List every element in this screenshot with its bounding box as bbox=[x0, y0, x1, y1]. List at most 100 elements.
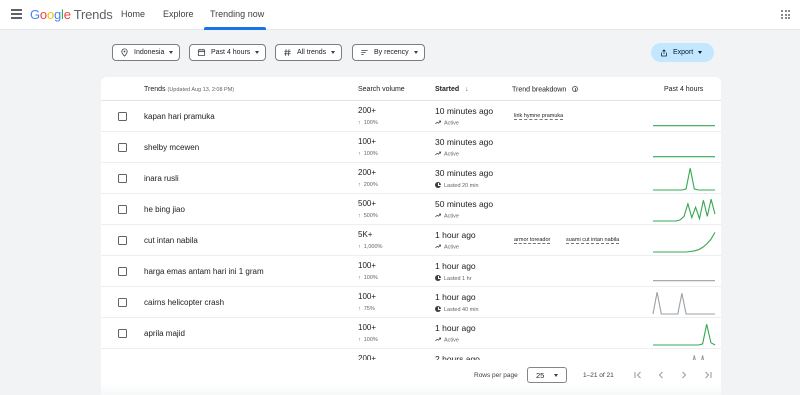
breakdown-query[interactable]: armor toreador bbox=[514, 237, 551, 244]
sparkline-path bbox=[653, 199, 716, 222]
tab-explore[interactable]: Explore bbox=[163, 9, 194, 19]
sort-filter[interactable]: By recency bbox=[352, 44, 425, 61]
volume-change: ↑ 100% bbox=[358, 151, 378, 157]
row-checkbox[interactable] bbox=[118, 143, 127, 152]
chevron-down-icon bbox=[169, 51, 174, 54]
sparkline-chart bbox=[653, 324, 716, 346]
row-checkbox[interactable] bbox=[118, 329, 127, 338]
arrow-up-icon: ↑ bbox=[358, 120, 361, 126]
trend-name[interactable]: harga emas antam hari ini 1 gram bbox=[144, 267, 264, 276]
trend-status: Active bbox=[435, 337, 459, 344]
time-filter[interactable]: Past 4 hours bbox=[189, 44, 267, 61]
started-time: 30 minutes ago bbox=[435, 137, 494, 147]
arrow-up-icon: ↑ bbox=[358, 244, 361, 250]
header-trends: Trends (Updated Aug 13, 2:08 PM) bbox=[144, 86, 235, 93]
trend-status: Active bbox=[435, 120, 459, 127]
google-trends-logo[interactable]: Google Trends bbox=[30, 7, 113, 22]
arrow-up-icon: ↑ bbox=[358, 306, 361, 312]
category-filter[interactable]: All trends bbox=[275, 44, 343, 61]
table-row[interactable]: inara rusli 200+ ↑ 200% 30 minutes ago Lasted… bbox=[101, 163, 721, 194]
timelapse-icon bbox=[435, 182, 441, 188]
sparkline-chart bbox=[653, 125, 715, 127]
started-time: 10 minutes ago bbox=[435, 106, 494, 116]
search-volume: 100+ bbox=[358, 292, 377, 301]
trend-status: Active bbox=[435, 151, 459, 158]
search-volume: 500+ bbox=[358, 199, 377, 208]
row-checkbox[interactable] bbox=[118, 298, 127, 307]
share-icon bbox=[661, 48, 667, 56]
trend-name[interactable]: inara rusli bbox=[144, 174, 179, 183]
table-row[interactable]: cut intan nabila 5K+ ↑ 1,000% 1 hour ago Acti… bbox=[101, 225, 721, 256]
volume-change: ↑ 100% bbox=[358, 337, 378, 343]
header-past-4-hours: Past 4 hours bbox=[664, 86, 704, 93]
trend-name[interactable]: cairns helicopter crash bbox=[144, 298, 224, 307]
trend-name[interactable]: shelby mcewen bbox=[144, 143, 199, 152]
tab-trending-now[interactable]: Trending now bbox=[210, 9, 264, 19]
location-pin-icon bbox=[121, 48, 128, 57]
started-time: 1 hour ago bbox=[435, 323, 476, 333]
header-started[interactable]: Started ↓ bbox=[435, 86, 469, 93]
previous-page-icon[interactable] bbox=[655, 369, 667, 381]
trending-up-icon bbox=[435, 120, 441, 125]
tab-home[interactable]: Home bbox=[121, 9, 145, 19]
search-volume: 100+ bbox=[358, 137, 377, 146]
arrow-up-icon: ↑ bbox=[358, 151, 361, 157]
timelapse-icon bbox=[435, 275, 441, 281]
breakdown-query[interactable]: suami cut intan nabila bbox=[566, 237, 620, 244]
search-volume: 200+ bbox=[358, 106, 377, 115]
table-row[interactable]: he bing jiao 500+ ↑ 500% 50 minutes ago Activ… bbox=[101, 194, 721, 225]
apps-grid-icon[interactable] bbox=[781, 10, 790, 19]
trending-up-icon bbox=[435, 337, 441, 342]
rows-per-page-select[interactable]: 25 bbox=[527, 367, 567, 383]
search-volume: 200+ bbox=[358, 168, 377, 177]
location-filter[interactable]: Indonesia bbox=[112, 44, 181, 61]
trend-status: Lasted 20 min bbox=[435, 182, 479, 189]
trending-up-icon bbox=[435, 244, 441, 249]
sparkline-path bbox=[653, 168, 715, 191]
trend-name[interactable]: cut intan nabila bbox=[144, 236, 198, 245]
table-row[interactable]: kapan hari pramuka 200+ ↑ 100% 10 minutes ag… bbox=[101, 101, 721, 132]
trending-up-icon bbox=[435, 213, 441, 218]
volume-change: ↑ 500% bbox=[358, 213, 378, 219]
trend-name[interactable]: he bing jiao bbox=[144, 205, 185, 214]
sparkline-path bbox=[653, 232, 716, 253]
table-row[interactable]: cairns helicopter crash 100+ ↑ 75% 1 hour ag… bbox=[101, 287, 721, 318]
arrow-up-icon: ↑ bbox=[358, 213, 361, 219]
volume-change: ↑ 75% bbox=[358, 306, 375, 312]
trend-name[interactable]: aprila majid bbox=[144, 329, 185, 338]
search-volume: 100+ bbox=[358, 323, 377, 332]
updated-timestamp: (Updated Aug 13, 2:08 PM) bbox=[167, 87, 235, 93]
volume-change: ↑ 100% bbox=[358, 120, 378, 126]
chevron-down-icon bbox=[255, 51, 260, 54]
row-checkbox[interactable] bbox=[118, 205, 127, 214]
search-volume: 100+ bbox=[358, 261, 377, 270]
trending-up-icon bbox=[435, 151, 441, 156]
chevron-down-icon bbox=[698, 51, 703, 54]
row-checkbox[interactable] bbox=[118, 174, 127, 183]
sparkline-path bbox=[652, 292, 715, 315]
table-row[interactable]: shelby mcewen 100+ ↑ 100% 30 minutes ago Acti… bbox=[101, 132, 721, 163]
trend-name[interactable]: kapan hari pramuka bbox=[144, 112, 215, 121]
sparkline-path bbox=[653, 324, 716, 346]
next-page-icon[interactable] bbox=[678, 369, 690, 381]
started-time: 30 minutes ago bbox=[435, 168, 494, 178]
info-icon[interactable] bbox=[572, 86, 579, 92]
last-page-icon[interactable] bbox=[702, 369, 714, 381]
export-button[interactable]: Export bbox=[651, 43, 714, 62]
table-row[interactable]: harga emas antam hari ini 1 gram 100+ ↑ 100… bbox=[101, 256, 721, 287]
first-page-icon[interactable] bbox=[632, 369, 644, 381]
row-checkbox[interactable] bbox=[118, 112, 127, 121]
started-time: 1 hour ago bbox=[435, 230, 476, 240]
chevron-down-icon bbox=[331, 51, 336, 54]
table-row[interactable]: aprila majid 100+ ↑ 100% 1 hour ago Active bbox=[101, 318, 721, 349]
started-time: 1 hour ago bbox=[435, 292, 476, 302]
header-search-volume[interactable]: Search volume bbox=[358, 86, 405, 93]
row-checkbox[interactable] bbox=[118, 236, 127, 245]
calendar-icon bbox=[197, 48, 206, 57]
breakdown-query[interactable]: lirik hymne pramuka bbox=[514, 113, 564, 120]
menu-icon[interactable] bbox=[11, 9, 22, 19]
sparkline-chart bbox=[653, 232, 716, 253]
timelapse-icon bbox=[435, 306, 441, 312]
started-time: 50 minutes ago bbox=[435, 199, 494, 209]
row-checkbox[interactable] bbox=[118, 267, 127, 276]
